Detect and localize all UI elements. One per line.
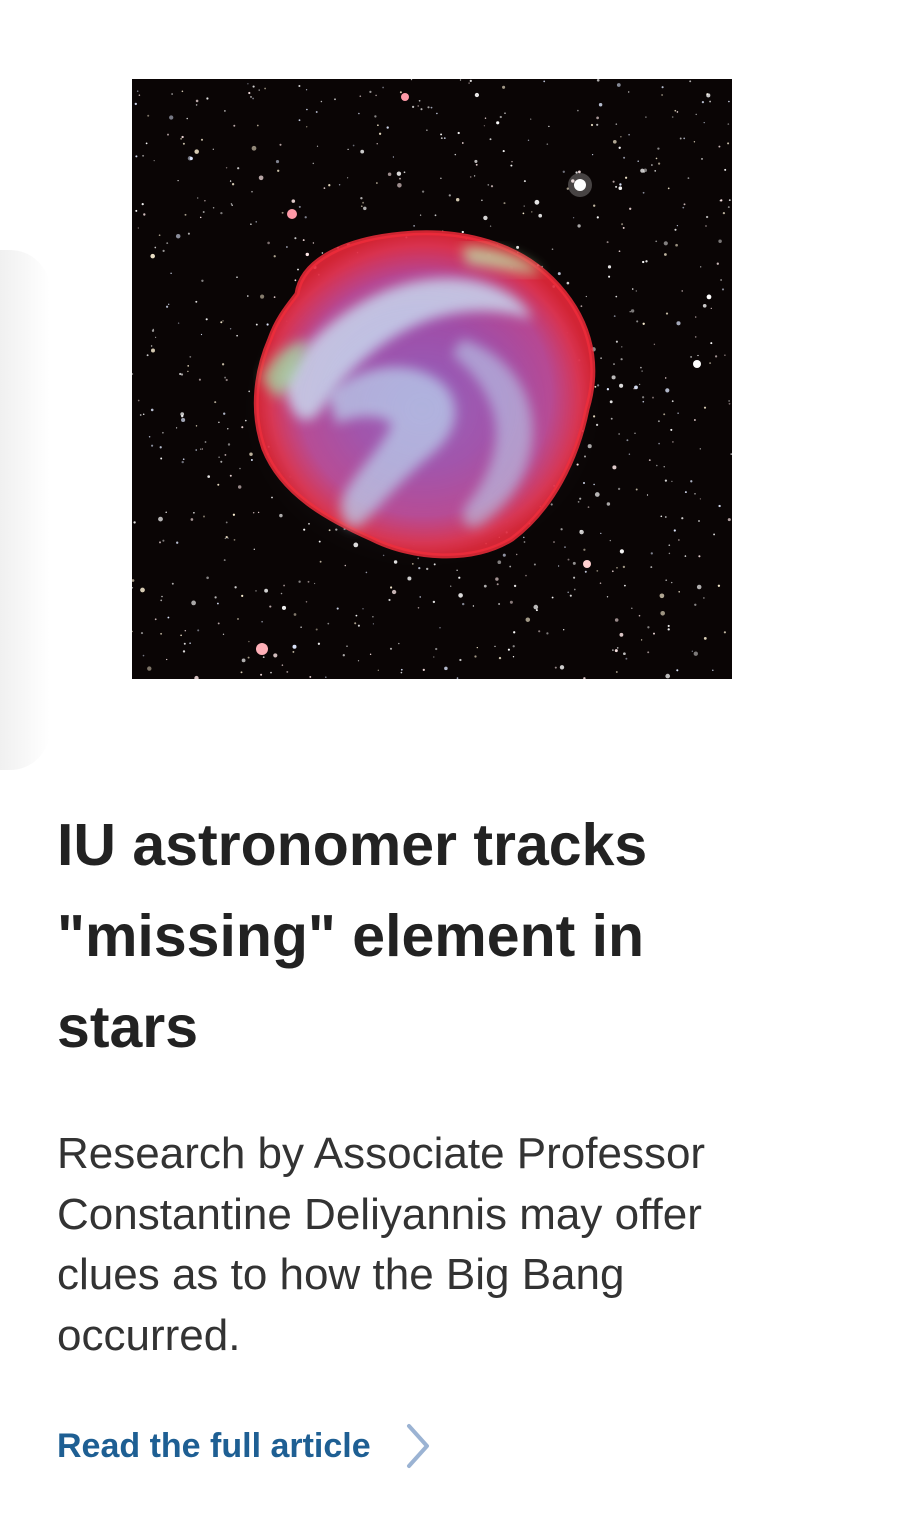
supernova-remnant-image	[132, 79, 732, 679]
read-full-article-label: Read the full article	[57, 1426, 371, 1465]
read-full-article-link[interactable]: Read the full article	[57, 1418, 431, 1474]
article-summary: Research by Associate Professor Constant…	[57, 1129, 706, 1360]
article-image[interactable]	[132, 79, 732, 679]
chevron-right-icon	[405, 1422, 431, 1470]
article-headline[interactable]: IU astronomer tracks "missing" element i…	[57, 800, 777, 1073]
page-edge-shadow	[0, 250, 50, 770]
